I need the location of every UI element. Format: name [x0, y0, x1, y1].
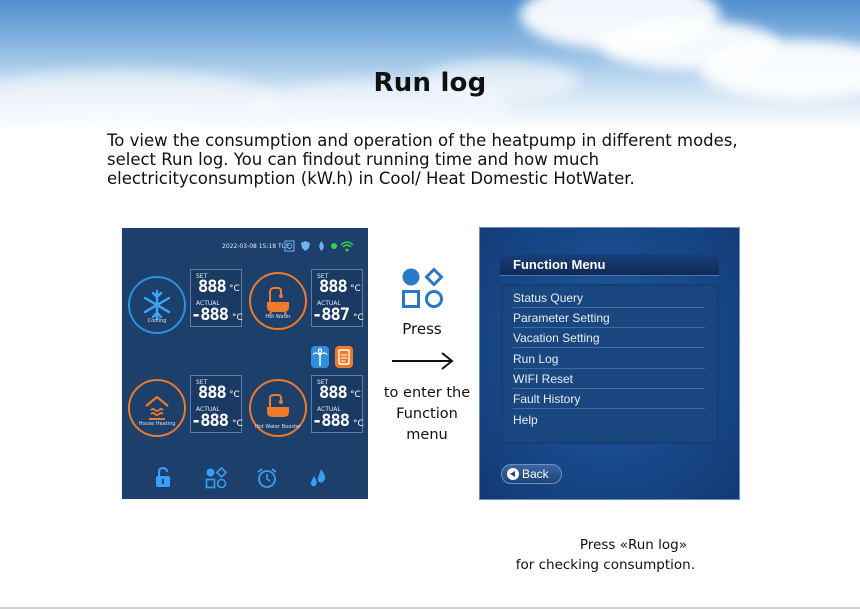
sky-header-background — [0, 0, 860, 130]
bathtub-booster-icon — [267, 394, 289, 417]
function-menu-title: Function Menu — [500, 254, 719, 276]
drop-icon — [319, 241, 324, 251]
unit-label: °C — [229, 284, 240, 294]
schedule-mode-button[interactable] — [335, 346, 353, 368]
alarm-clock-icon[interactable] — [256, 467, 278, 489]
menu-item-parameter-setting[interactable]: Parameter Setting — [513, 308, 705, 328]
cooling-mode-button[interactable]: Cooling — [128, 276, 186, 334]
caption: Press «Run log» for checking consumption… — [495, 535, 695, 575]
cooling-label: Cooling — [147, 318, 167, 324]
unit-label: °C — [350, 390, 361, 400]
house-heating-icon — [145, 395, 169, 420]
unit-label: °C — [353, 313, 364, 323]
palm-tree-icon — [312, 348, 328, 366]
unit-label: °C — [350, 284, 361, 294]
snowflake-icon — [143, 289, 171, 321]
actual-value: -887 — [312, 305, 350, 325]
actual-value: -888 — [191, 305, 229, 325]
set-value: 888 — [319, 277, 348, 297]
hot-water-booster-temp-panel: SET 888 °C ACTUAL -888 °C — [311, 375, 364, 433]
function-menu-list: Status Query Parameter Setting Vacation … — [501, 284, 719, 444]
function-menu-screen: Function Menu Status Query Parameter Set… — [479, 227, 740, 500]
caption-line-1: Press «Run log» — [579, 537, 687, 553]
right-arrow-icon — [392, 352, 454, 370]
unit-label: °C — [353, 419, 364, 429]
water-drops-icon[interactable] — [308, 467, 330, 489]
power-icon — [284, 240, 295, 252]
hot-water-booster-mode-button[interactable]: Hot Water Booster — [249, 379, 307, 437]
press-label: Press — [402, 320, 442, 338]
menu-item-help[interactable]: Help — [513, 410, 705, 430]
back-arrow-icon — [507, 468, 519, 480]
online-indicator-icon — [331, 243, 337, 249]
set-value: 888 — [319, 383, 348, 403]
datetime: 2022-03-08 15:18 TUE — [222, 243, 290, 250]
clipboard-icon — [338, 349, 350, 365]
hot-water-temp-panel: SET 888 °C ACTUAL -887 °C — [311, 269, 364, 327]
wifi-icon — [340, 241, 354, 252]
back-button[interactable]: Back — [501, 464, 562, 484]
actual-value: -888 — [191, 411, 229, 431]
function-menu-icon[interactable] — [205, 467, 227, 489]
cooling-temp-panel: SET 888 °C ACTUAL -888 °C — [190, 269, 243, 327]
house-heating-temp-panel: SET 888 °C ACTUAL -888 °C — [190, 375, 243, 433]
menu-item-wifi-reset[interactable]: WIFI Reset — [513, 369, 705, 389]
back-label: Back — [522, 467, 549, 481]
hot-water-label: Hot Water — [265, 314, 291, 320]
device-home-screen: 2022-03-08 15:18 TUE Cooling SET 888 °C … — [122, 228, 368, 499]
device-toolbar — [122, 458, 368, 499]
instruction-text: to enter the Function menu — [383, 385, 471, 443]
unlock-icon[interactable] — [154, 467, 172, 489]
menu-item-fault-history[interactable]: Fault History — [513, 389, 705, 409]
page-title: Run log — [373, 68, 487, 98]
unit-label: °C — [229, 390, 240, 400]
shield-icon — [301, 241, 310, 251]
menu-item-vacation-setting[interactable]: Vacation Setting — [513, 328, 705, 348]
unit-label: °C — [232, 313, 243, 323]
caption-line-2: for checking consumption. — [515, 557, 695, 573]
house-heating-label: House Heating — [138, 421, 176, 427]
set-value: 888 — [198, 383, 227, 403]
function-menu-icon — [402, 267, 444, 308]
hot-water-mode-button[interactable]: Hot Water — [249, 272, 307, 330]
bathtub-icon — [267, 287, 289, 316]
house-heating-mode-button[interactable]: House Heating — [128, 379, 186, 437]
hot-water-booster-label: Hot Water Booster — [255, 424, 301, 430]
actual-value: -888 — [312, 411, 350, 431]
set-value: 888 — [198, 277, 227, 297]
status-bar: 2022-03-08 15:18 TUE — [122, 228, 368, 262]
menu-item-status-query[interactable]: Status Query — [513, 288, 705, 308]
menu-item-run-log[interactable]: Run Log — [513, 349, 705, 369]
unit-label: °C — [232, 419, 243, 429]
intro-text: To view the consumption and operation of… — [107, 131, 738, 188]
holiday-mode-button[interactable] — [311, 346, 329, 368]
